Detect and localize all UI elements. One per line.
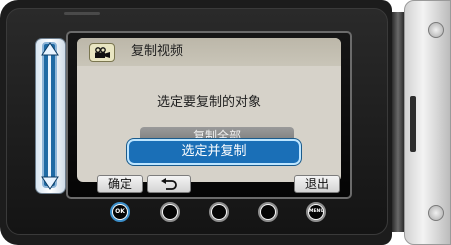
exit-softkey[interactable]: 退出 bbox=[294, 175, 340, 193]
bezel-notch bbox=[64, 12, 100, 15]
down-arrow-icon bbox=[41, 176, 59, 190]
hardware-button-3[interactable] bbox=[209, 202, 229, 222]
lid-latch bbox=[410, 96, 416, 152]
ok-button[interactable]: OK bbox=[110, 202, 130, 222]
video-camera-icon bbox=[89, 43, 115, 62]
return-arrow-icon bbox=[161, 178, 177, 190]
scroll-arrows-icon bbox=[41, 42, 59, 190]
select-and-copy-option[interactable]: 选定并复制 bbox=[127, 139, 301, 165]
lcd-hinge bbox=[392, 12, 404, 232]
dialog-title: 复制视频 bbox=[131, 44, 184, 59]
dialog-title-bar bbox=[77, 38, 341, 66]
menu-button-label: MENU bbox=[309, 205, 324, 219]
ok-button-label: OK bbox=[113, 205, 127, 219]
hardware-button-4[interactable] bbox=[258, 202, 278, 222]
menu-button[interactable]: MENU bbox=[306, 202, 326, 222]
dialog-message: 选定要复制的对象 bbox=[156, 95, 261, 110]
screw-icon bbox=[428, 205, 444, 221]
confirm-softkey[interactable]: 确定 bbox=[97, 175, 143, 193]
hardware-button-2[interactable] bbox=[160, 202, 180, 222]
up-arrow-icon bbox=[41, 42, 59, 56]
screw-icon bbox=[428, 22, 444, 38]
back-softkey[interactable] bbox=[147, 175, 191, 193]
